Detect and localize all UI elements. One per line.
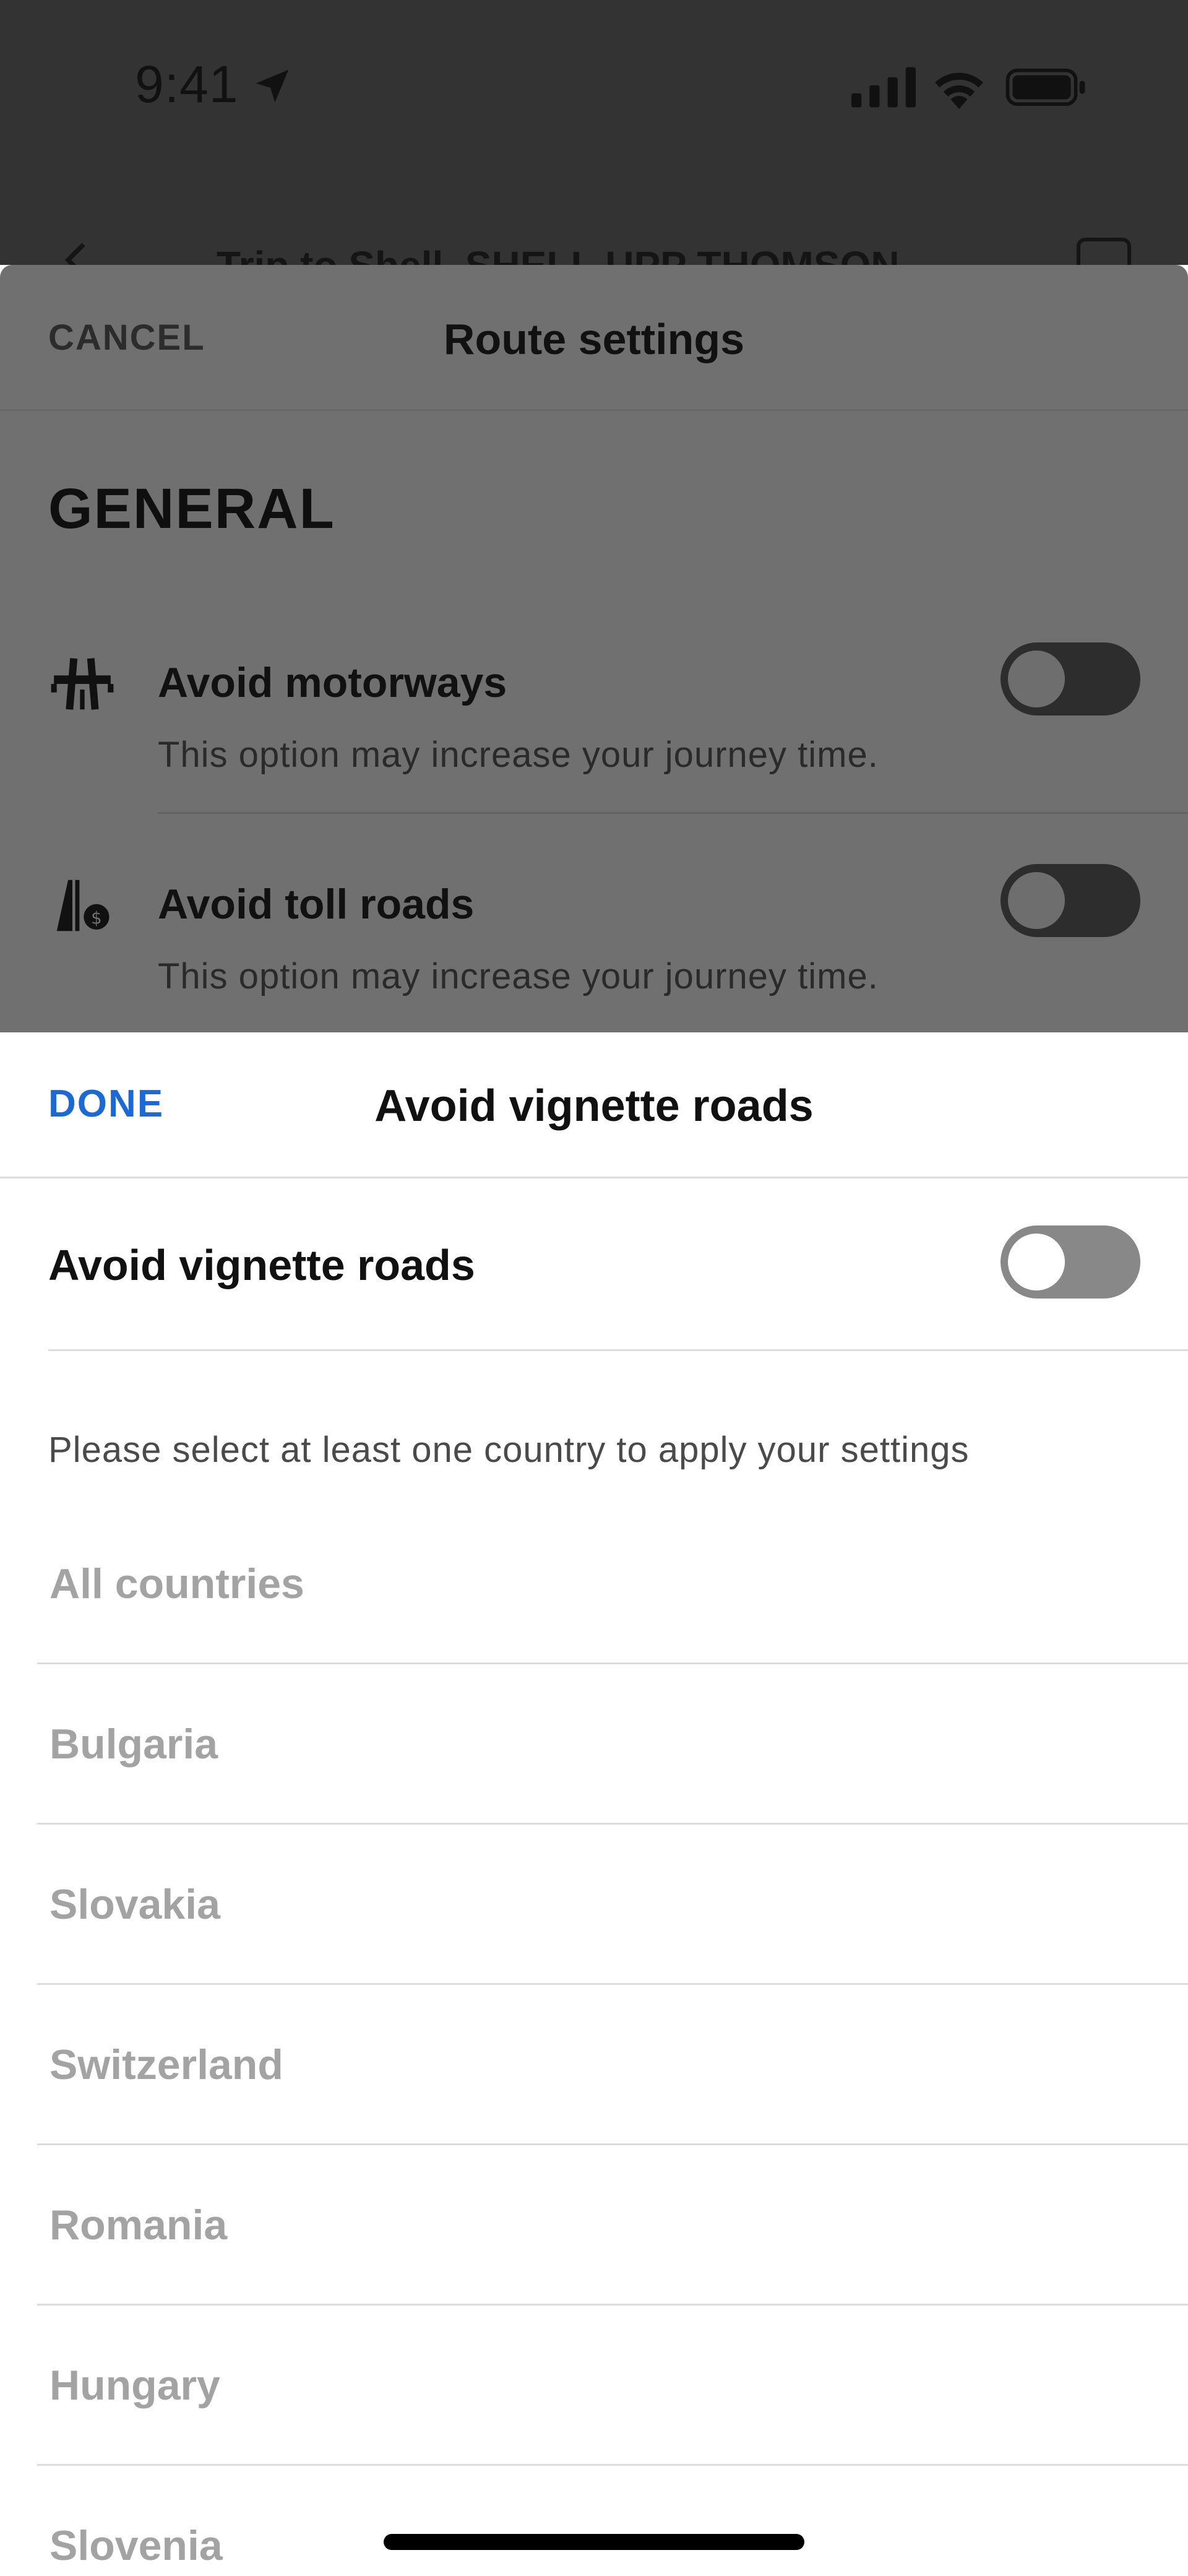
country-item-romania[interactable]: Romania <box>0 2145 1188 2306</box>
country-label: Switzerland <box>50 2041 283 2088</box>
status-bar: 9:41 <box>0 0 1188 179</box>
country-item-hungary[interactable]: Hungary <box>0 2306 1188 2466</box>
country-item-slovakia[interactable]: Slovakia <box>0 1825 1188 1985</box>
cellular-signal-icon <box>851 67 916 108</box>
avoid-vignette-row: Avoid vignette roads <box>0 1178 1188 1352</box>
home-indicator <box>384 2534 804 2550</box>
country-label: Slovenia <box>50 2522 223 2569</box>
country-label: Hungary <box>50 2362 220 2409</box>
country-label: Slovakia <box>50 1881 220 1928</box>
toll-road-icon: $ <box>56 880 110 931</box>
route-settings-header: CANCEL Route settings <box>0 265 1188 411</box>
avoid-motorways-title: Avoid motorways <box>158 659 507 706</box>
more-icon[interactable] <box>1077 238 1131 266</box>
country-hint: Please select at least one country to ap… <box>48 1430 970 1470</box>
avoid-vignette-label: Avoid vignette roads <box>48 1241 475 1289</box>
country-item-bulgaria[interactable]: Bulgaria <box>0 1664 1188 1825</box>
country-item-switzerland[interactable]: Switzerland <box>0 1985 1188 2145</box>
divider <box>158 812 1188 814</box>
country-label: Bulgaria <box>50 1721 218 1768</box>
toggle-knob <box>1008 1234 1065 1290</box>
wifi-icon <box>935 72 983 109</box>
avoid-toll-roads-title: Avoid toll roads <box>158 881 475 928</box>
toggle-knob <box>1008 872 1065 929</box>
avoid-toll-roads-description: This option may increase your journey ti… <box>158 956 879 996</box>
vignette-sheet-header: DONE Avoid vignette roads <box>0 1032 1188 1178</box>
status-time: 9:41 <box>135 55 239 113</box>
country-label: All countries <box>50 1560 304 1607</box>
battery-icon <box>1005 68 1085 106</box>
avoid-motorways-toggle[interactable] <box>1001 642 1140 715</box>
country-item-slovenia[interactable]: Slovenia <box>0 2466 1188 2576</box>
route-settings-title: Route settings <box>443 315 745 363</box>
trip-header: Trip to Shell, SHELL UPP THOMSON <box>0 229 1188 266</box>
section-title-general: GENERAL <box>48 477 335 540</box>
vignette-sheet-title: Avoid vignette roads <box>374 1081 814 1131</box>
location-arrow-icon <box>256 69 289 103</box>
avoid-motorways-description: This option may increase your journey ti… <box>158 735 879 775</box>
country-item-all[interactable]: All countries <box>0 1504 1188 1664</box>
avoid-vignette-toggle[interactable] <box>1001 1225 1140 1299</box>
toggle-knob <box>1008 650 1065 707</box>
back-chevron-icon[interactable] <box>59 241 96 266</box>
divider <box>48 1349 1188 1351</box>
route-settings-sheet: CANCEL Route settings GENERAL Avoid moto… <box>0 265 1188 1032</box>
country-list: All countries Bulgaria Slovakia Switzerl… <box>0 1504 1188 2576</box>
motorway-icon <box>51 658 114 710</box>
svg-text:$: $ <box>91 908 102 928</box>
avoid-toll-roads-toggle[interactable] <box>1001 864 1140 937</box>
trip-title: Trip to Shell, SHELL UPP THOMSON <box>217 243 900 266</box>
country-label: Romania <box>50 2202 228 2249</box>
